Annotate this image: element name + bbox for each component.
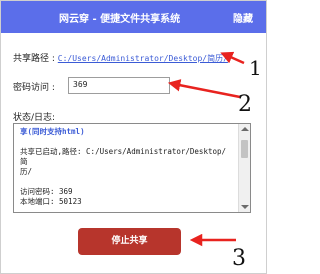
log-textarea[interactable]: 享(同时支持html) 共享已启动,路径: C:/Users/Administr… (13, 123, 251, 213)
log-line: 本地端口: 50123 (20, 197, 82, 206)
app-window: 网云穿 - 便捷文件共享系统 隐藏 共享路径 : C:/Users/Admini… (0, 0, 267, 274)
share-path-label: 共享路径 : (13, 54, 55, 64)
scroll-thumb[interactable] (241, 140, 248, 158)
password-label: 密码访问 : (13, 83, 55, 93)
log-scrollbar[interactable] (238, 124, 250, 212)
log-line: 访问密码: 369 (20, 187, 73, 196)
scroll-up-arrow-icon[interactable] (241, 127, 249, 131)
log-line: 享(同时支持html) (20, 127, 85, 136)
log-line: 共享已启动,路径: C:/Users/Administrator/Desktop… (20, 147, 227, 166)
window-title: 网云穿 - 便捷文件共享系统 (59, 14, 181, 25)
log-label: 状态/日志: (13, 113, 56, 123)
password-input[interactable]: 369 (68, 77, 170, 94)
title-bar: 网云穿 - 便捷文件共享系统 隐藏 (1, 1, 266, 33)
scroll-down-arrow-icon[interactable] (241, 205, 249, 209)
share-path-link[interactable]: C:/Users/Administrator/Desktop/简历/ (58, 54, 228, 63)
stop-share-button[interactable]: 停止共享 (78, 228, 181, 255)
log-content: 享(同时支持html) 共享已启动,路径: C:/Users/Administr… (20, 127, 230, 207)
hide-button[interactable]: 隐藏 (233, 10, 253, 25)
log-line: 历/ (20, 167, 33, 176)
share-path-row: 共享路径 : C:/Users/Administrator/Desktop/简历… (13, 51, 228, 64)
